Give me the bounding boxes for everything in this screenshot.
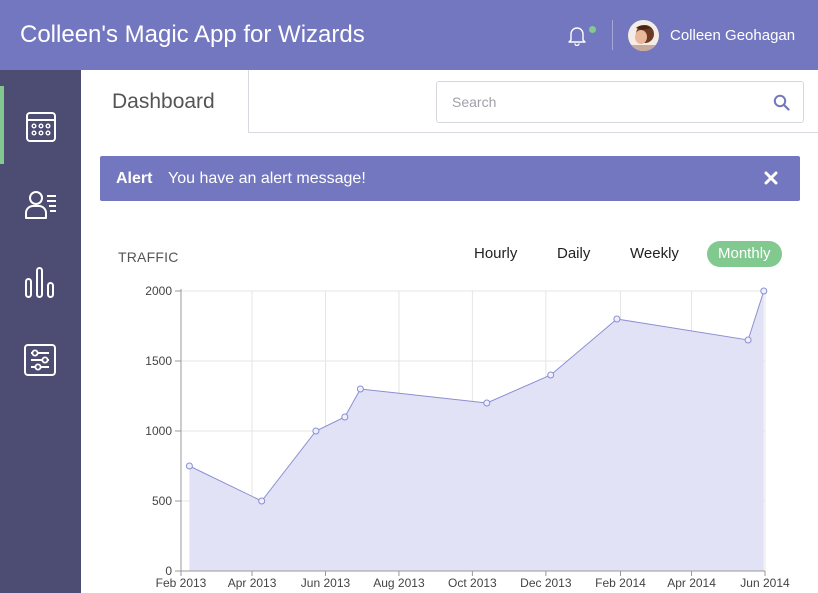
search-icon[interactable] <box>773 94 790 111</box>
x-tick-label: Apr 2013 <box>228 576 277 590</box>
sidebar-item-settings[interactable] <box>0 320 81 398</box>
y-tick-label: 1500 <box>145 354 172 368</box>
sidebar-item-members[interactable] <box>0 164 81 242</box>
search-input[interactable] <box>437 82 757 122</box>
members-icon <box>25 191 56 219</box>
y-tick-label: 1000 <box>145 424 172 438</box>
sidebar-item-calendar[interactable] <box>0 86 81 164</box>
search-box <box>436 81 804 123</box>
x-tick-label: Apr 2014 <box>667 576 716 590</box>
traffic-chart: 0500100015002000Feb 2013 Apr 2013 Jun 2013… <box>145 284 790 590</box>
data-point <box>312 427 320 435</box>
y-tick-label: 500 <box>152 494 172 508</box>
range-weekly-button[interactable]: Weekly <box>619 241 690 267</box>
data-point <box>744 336 752 344</box>
y-tick-label: 2000 <box>145 284 172 298</box>
range-hourly-button[interactable]: Hourly <box>463 241 528 267</box>
alert-title: Alert <box>116 170 153 187</box>
range-monthly-button[interactable]: Monthly <box>707 241 782 267</box>
avatar[interactable] <box>628 20 659 51</box>
x-tick-label: Feb 2014 <box>595 576 646 590</box>
user-name[interactable]: Colleen Geohagan <box>670 27 795 44</box>
bar-chart-icon <box>25 267 54 298</box>
x-tick-label: Dec 2013 <box>520 576 572 590</box>
alert-message: You have an alert message! <box>168 170 366 187</box>
x-tick-label: Oct 2013 <box>448 576 497 590</box>
tab-dashboard-label: Dashboard <box>112 90 215 113</box>
data-point <box>760 287 768 295</box>
alert-banner: Alert You have an alert message! <box>100 156 800 201</box>
settings-sliders-icon <box>24 344 56 376</box>
x-tick-label: Aug 2013 <box>373 576 425 590</box>
bell-icon[interactable] <box>566 24 588 46</box>
data-point <box>613 315 621 323</box>
x-tick-label: Jun 2013 <box>301 576 351 590</box>
close-icon[interactable] <box>764 171 778 185</box>
data-point <box>341 413 349 421</box>
app-title: Colleen's Magic App for Wizards <box>20 21 365 48</box>
traffic-label: TRAFFIC <box>118 249 179 265</box>
x-tick-label: Jun 2014 <box>740 576 790 590</box>
data-point <box>185 462 193 470</box>
notification-dot <box>589 26 596 33</box>
header-divider <box>612 20 613 50</box>
tab-dashboard[interactable]: Dashboard <box>81 70 249 133</box>
sidebar-item-charts[interactable] <box>0 242 81 320</box>
calendar-icon <box>26 112 56 142</box>
data-point <box>547 371 555 379</box>
range-daily-button[interactable]: Daily <box>546 241 601 267</box>
data-point <box>258 497 266 505</box>
sidebar <box>0 70 81 593</box>
x-tick-label: Feb 2013 <box>156 576 207 590</box>
top-bar: Colleen's Magic App for Wizards Colleen … <box>0 0 818 70</box>
data-point <box>483 399 491 407</box>
data-point <box>356 385 364 393</box>
tab-bar-border <box>248 132 818 133</box>
